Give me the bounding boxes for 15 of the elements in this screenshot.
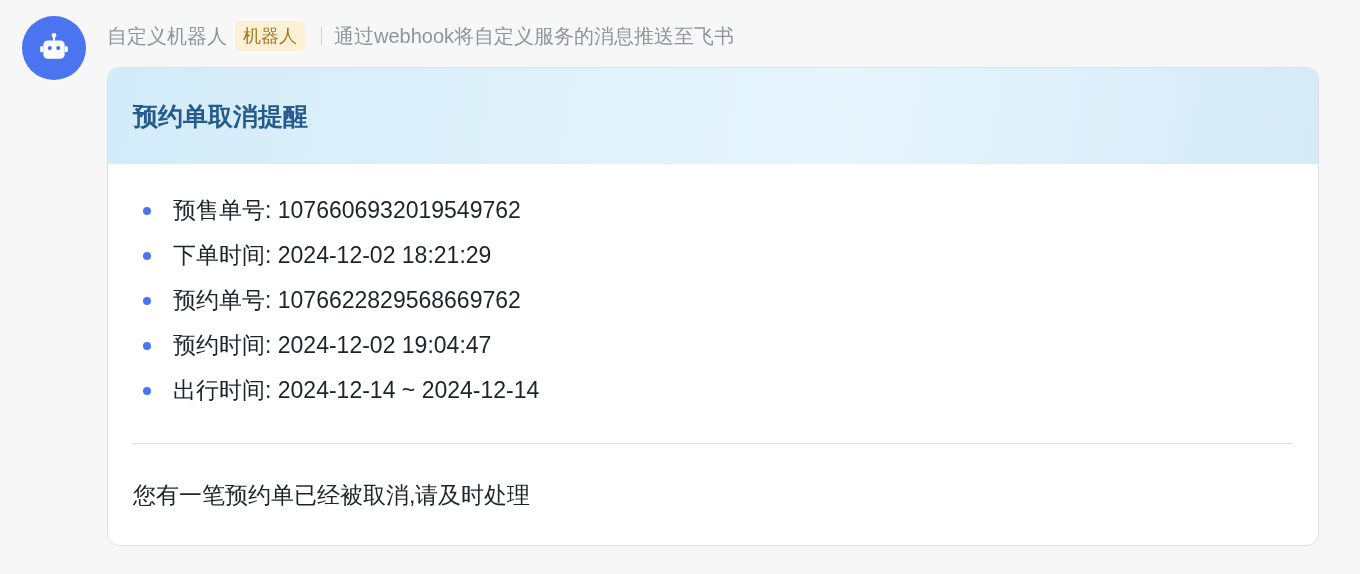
detail-line: 出行时间: 2024-12-14 ~ 2024-12-14 xyxy=(173,376,540,405)
detail-line: 预约单号: 1076622829568669762 xyxy=(173,286,521,315)
bullet-icon xyxy=(143,341,151,350)
detail-line: 预约时间: 2024-12-02 19:04:47 xyxy=(173,331,492,360)
detail-line: 下单时间: 2024-12-02 18:21:29 xyxy=(173,241,492,270)
bullet-icon xyxy=(143,296,151,305)
bullet-icon xyxy=(143,251,151,260)
sender-description: 通过webhook将自定义服务的消息推送至飞书 xyxy=(334,23,735,49)
card-note: 您有一笔预约单已经被取消,请及时处理 xyxy=(133,481,532,510)
detail-line: 预售单号: 1076606932019549762 xyxy=(173,196,521,225)
sender-name[interactable]: 自定义机器人 xyxy=(107,22,227,50)
bullet-icon xyxy=(143,386,151,395)
bullet-icon xyxy=(143,206,151,215)
card-title: 预约单取消提醒 xyxy=(133,100,308,132)
bot-tag: 机器人 xyxy=(235,21,305,51)
